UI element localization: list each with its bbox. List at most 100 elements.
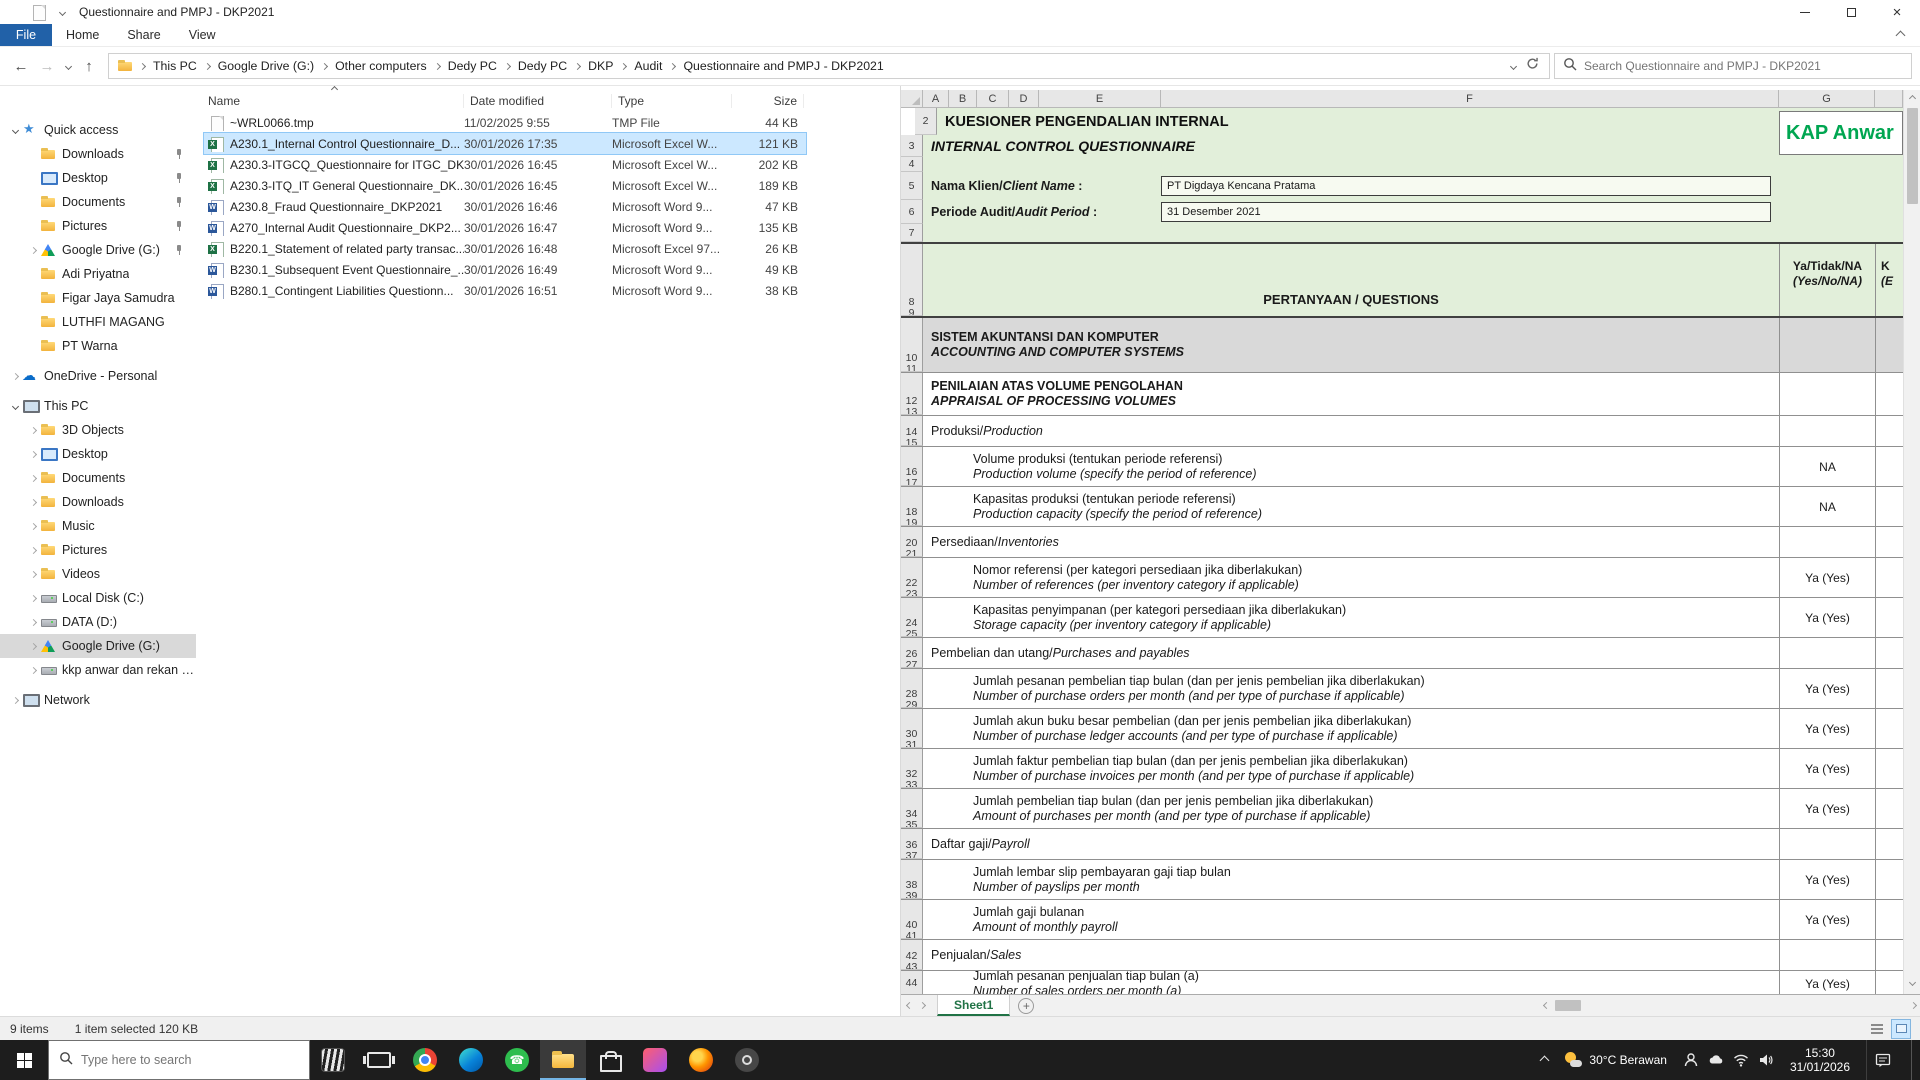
taskbar-search-input[interactable] [81,1053,299,1067]
sidebar-item-downloads[interactable]: Downloads [0,142,196,166]
sheet-tab-sheet1[interactable]: Sheet1 [937,995,1010,1016]
sidebar-item-documents[interactable]: Documents [0,190,196,214]
column-header-name[interactable]: Name [204,94,464,108]
sidebar-item-local-disk-c[interactable]: Local Disk (C:) [0,586,196,610]
taskbar-app-chrome[interactable] [402,1040,448,1080]
address-dropdown-chevron-icon[interactable] [1510,62,1517,69]
breadcrumb-item[interactable]: Dedy PC [511,59,574,73]
action-center-button[interactable] [1866,1040,1899,1080]
taskbar-search[interactable] [48,1040,310,1080]
file-row[interactable]: A270_Internal Audit Questionnaire_DKP2..… [204,217,806,238]
expand-chevron-icon[interactable] [8,128,22,133]
hidden-icons-chevron-icon[interactable] [1540,1055,1550,1065]
sidebar-item-desktop[interactable]: Desktop [0,442,196,466]
taskbar-app-media-app[interactable] [632,1040,678,1080]
menu-tab-share[interactable]: Share [113,24,174,46]
breadcrumb-item[interactable]: Questionnaire and PMPJ - DKP2021 [676,59,890,73]
wifi-icon[interactable] [1733,1052,1749,1068]
user-icon[interactable] [1683,1052,1699,1068]
file-row[interactable]: A230.8_Fraud Questionnaire_DKP202130/01/… [204,196,806,217]
taskbar-app-whatsapp[interactable] [494,1040,540,1080]
menu-tab-home[interactable]: Home [52,24,113,46]
onedrive-icon[interactable] [1708,1052,1724,1068]
expand-chevron-icon[interactable] [26,500,40,505]
expand-chevron-icon[interactable] [26,524,40,529]
scrollbar-thumb[interactable] [1907,108,1918,204]
show-desktop-button[interactable] [1911,1040,1916,1080]
expand-chevron-icon[interactable] [26,428,40,433]
breadcrumb-item[interactable]: DKP [581,59,620,73]
expand-chevron-icon[interactable] [8,698,22,703]
sidebar-item-luthfi-magang[interactable]: LUTHFI MAGANG [0,310,196,334]
next-sheet-icon[interactable] [919,1002,926,1009]
sidebar-item-data-d[interactable]: DATA (D:) [0,610,196,634]
sidebar-item-adi-priyatna[interactable]: Adi Priyatna [0,262,196,286]
explorer-search[interactable] [1554,53,1912,79]
forward-button[interactable]: → [34,53,60,79]
collapse-ribbon-chevron-icon[interactable] [1896,30,1906,40]
add-sheet-button[interactable]: + [1018,998,1034,1014]
weather-widget[interactable]: 30°C Berawan [1560,1051,1671,1069]
sidebar-item-videos[interactable]: Videos [0,562,196,586]
previous-sheet-icon[interactable] [906,1002,913,1009]
expand-chevron-icon[interactable] [26,476,40,481]
expand-chevron-icon[interactable] [26,644,40,649]
breadcrumb-item[interactable]: Google Drive (G:) [211,59,321,73]
taskbar-app-zebra-app[interactable] [310,1040,356,1080]
breadcrumb-item[interactable]: Other computers [328,59,434,73]
expand-chevron-icon[interactable] [8,374,22,379]
clock[interactable]: 15:30 31/01/2026 [1786,1046,1854,1074]
file-row[interactable]: A230.1_Internal Control Questionnaire_D.… [204,133,806,154]
breadcrumb-item[interactable]: This PC [146,59,204,73]
maximize-button[interactable] [1828,0,1874,24]
file-menu-tab[interactable]: File [0,24,52,46]
sidebar-item-documents[interactable]: Documents [0,466,196,490]
sidebar-item-pt-warna[interactable]: PT Warna [0,334,196,358]
horizontal-scrollbar[interactable] [1544,1000,1916,1011]
file-row[interactable]: A230.3-ITQ_IT General Questionnaire_DK..… [204,175,806,196]
breadcrumb-item[interactable]: Dedy PC [441,59,504,73]
large-icons-view-button[interactable] [1892,1020,1910,1038]
expand-chevron-icon[interactable] [26,452,40,457]
taskbar-app-settings-app[interactable] [724,1040,770,1080]
file-row[interactable]: B280.1_Contingent Liabilities Questionn.… [204,280,806,301]
expand-chevron-icon[interactable] [8,404,22,409]
sidebar-item-pictures[interactable]: Pictures [0,538,196,562]
column-header-type[interactable]: Type [612,94,732,108]
address-bar[interactable]: This PC Google Drive (G:) Other computers D… [108,53,1550,79]
sidebar-item-google-drive-g[interactable]: Google Drive (G:) [0,634,196,658]
volume-icon[interactable] [1758,1052,1774,1068]
sidebar-item-kkp-anwar-dan-rekan-1[interactable]: kkp anwar dan rekan (\\1 [0,658,196,682]
taskbar-app-edge[interactable] [448,1040,494,1080]
file-row[interactable]: ~WRL0066.tmp11/02/2025 9:55TMP File44 KB [204,112,806,133]
sidebar-item-3d-objects[interactable]: 3D Objects [0,418,196,442]
sidebar-item-downloads[interactable]: Downloads [0,490,196,514]
up-button[interactable]: ↑ [76,53,102,79]
file-row[interactable]: A230.3-ITGCQ_Questionnaire for ITGC_DK..… [204,154,806,175]
sidebar-item-google-drive-g[interactable]: Google Drive (G:) [0,238,196,262]
quick-access-toolbar-chevron-icon[interactable] [59,8,66,15]
sidebar-item-music[interactable]: Music [0,514,196,538]
sidebar-section-network[interactable]: Network [0,688,196,712]
search-input[interactable] [1584,59,1903,73]
expand-chevron-icon[interactable] [26,548,40,553]
sidebar-section-onedrive-personal[interactable]: OneDrive - Personal [0,364,196,388]
sidebar-item-pictures[interactable]: Pictures [0,214,196,238]
recent-locations-chevron-icon[interactable] [60,53,76,79]
taskbar-app-firefox[interactable] [678,1040,724,1080]
h-scrollbar-thumb[interactable] [1555,1000,1581,1011]
vertical-scrollbar[interactable] [1903,90,1920,994]
back-button[interactable]: ← [8,53,34,79]
start-button[interactable] [0,1040,48,1080]
taskbar-app-file-explorer[interactable] [540,1040,586,1080]
file-row[interactable]: B220.1_Statement of related party transa… [204,238,806,259]
column-header-size[interactable]: Size [732,94,804,108]
refresh-icon[interactable] [1526,57,1539,75]
sidebar-section-this-pc[interactable]: This PC [0,394,196,418]
expand-chevron-icon[interactable] [26,596,40,601]
menu-tab-view[interactable]: View [175,24,230,46]
taskbar-app-store[interactable] [586,1040,632,1080]
expand-chevron-icon[interactable] [26,620,40,625]
column-header-date-modified[interactable]: Date modified [464,94,612,108]
close-button[interactable]: × [1874,0,1920,24]
